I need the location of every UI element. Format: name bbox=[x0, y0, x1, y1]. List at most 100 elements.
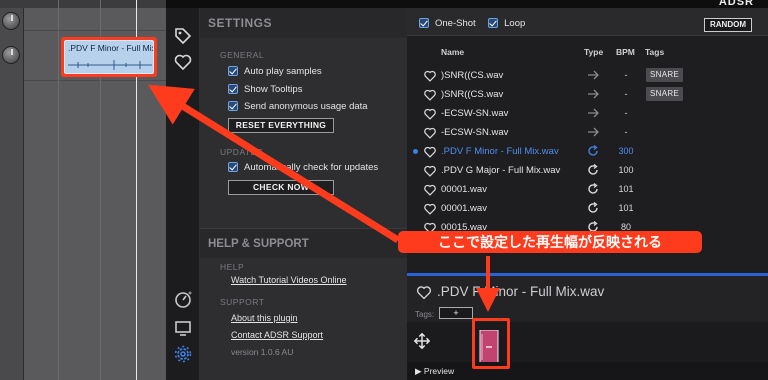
about-plugin-link[interactable]: About this plugin bbox=[231, 313, 298, 323]
checkbox-checked-icon bbox=[228, 162, 238, 172]
lane-divider bbox=[24, 30, 166, 31]
handle-highlight-box bbox=[472, 318, 510, 369]
lane-divider bbox=[24, 80, 166, 81]
sample-bpm: 101 bbox=[618, 203, 634, 213]
sample-bpm: 100 bbox=[618, 165, 634, 175]
checkbox-checked-icon bbox=[419, 18, 429, 28]
tutorial-videos-link[interactable]: Watch Tutorial Videos Online bbox=[231, 275, 347, 285]
loop-type-icon bbox=[586, 182, 600, 196]
sample-row[interactable]: )SNR((CS.wav - SNARE bbox=[407, 66, 768, 85]
auto-update-checkbox[interactable]: Automatically check for updates bbox=[228, 160, 378, 174]
one-shot-type-icon bbox=[586, 87, 600, 101]
favorite-heart-icon[interactable] bbox=[423, 202, 437, 215]
track-header-strip bbox=[0, 8, 24, 380]
help-section-label: HELP bbox=[220, 262, 245, 272]
one-shot-type-icon bbox=[586, 125, 600, 139]
random-button[interactable]: RANDOM bbox=[704, 18, 752, 32]
loop-type-icon bbox=[586, 201, 600, 215]
timeline-ruler[interactable] bbox=[0, 0, 166, 8]
clip-highlight-box bbox=[61, 37, 157, 77]
sample-name: )SNR((CS.wav bbox=[441, 89, 504, 100]
favorite-heart-icon[interactable] bbox=[423, 164, 437, 177]
daw-arrange-view: .PDV F Minor - Full Mix bbox=[0, 0, 166, 380]
loop-label: Loop bbox=[504, 17, 526, 29]
plugin-window: ADSR SETTINGS GENERAL Auto play samples … bbox=[166, 0, 768, 380]
grid-line bbox=[58, 0, 59, 380]
one-shot-type-icon bbox=[586, 68, 600, 82]
sample-name: .PDV F Minor - Full Mix.wav bbox=[441, 146, 559, 157]
sample-row[interactable]: .PDV F Minor - Full Mix.wav 300 bbox=[407, 142, 768, 161]
sample-name: -ECSW-SN.wav bbox=[441, 108, 509, 119]
auto-play-checkbox[interactable]: Auto play samples bbox=[228, 64, 322, 78]
anon-data-checkbox[interactable]: Send anonymous usage data bbox=[228, 99, 368, 113]
sample-row[interactable]: 00001.wav 101 bbox=[407, 180, 768, 199]
version-label: version 1.0.6 AU bbox=[231, 347, 294, 357]
brand-logo: ADSR bbox=[718, 0, 754, 8]
support-section-label: SUPPORT bbox=[220, 297, 265, 307]
favorite-heart-icon[interactable] bbox=[423, 126, 437, 139]
add-tag-button[interactable]: + bbox=[439, 307, 473, 319]
tag-icon[interactable] bbox=[173, 26, 193, 46]
check-now-button[interactable]: CHECK NOW bbox=[228, 180, 334, 195]
volume-knob-icon[interactable] bbox=[2, 12, 20, 30]
help-support-title: HELP & SUPPORT bbox=[200, 228, 407, 258]
column-header-bpm[interactable]: BPM bbox=[616, 47, 635, 57]
player-sample-title: .PDV F Minor - Full Mix.wav bbox=[437, 284, 605, 299]
settings-panel: SETTINGS GENERAL Auto play samples Show … bbox=[200, 8, 407, 380]
sample-name: -ECSW-SN.wav bbox=[441, 127, 509, 138]
auto-play-label: Auto play samples bbox=[244, 65, 322, 77]
favorite-heart-icon[interactable] bbox=[423, 69, 437, 82]
loop-type-icon bbox=[586, 163, 600, 177]
playing-indicator-icon bbox=[413, 149, 418, 154]
column-header-name[interactable]: Name bbox=[441, 47, 464, 57]
heart-icon[interactable] bbox=[173, 52, 193, 72]
column-header-tags[interactable]: Tags bbox=[645, 47, 664, 57]
metronome-knob-icon[interactable] bbox=[173, 290, 193, 310]
pan-knob-icon[interactable] bbox=[2, 46, 20, 64]
favorite-heart-icon[interactable] bbox=[423, 145, 437, 158]
filter-bar: One-Shot Loop RANDOM bbox=[407, 8, 768, 36]
favorite-heart-icon[interactable] bbox=[423, 107, 437, 120]
sample-name: 00001.wav bbox=[441, 203, 487, 214]
move-icon[interactable] bbox=[413, 332, 431, 350]
one-shot-label: One-Shot bbox=[435, 17, 476, 29]
checkbox-checked-icon bbox=[488, 18, 499, 28]
checkbox-checked-icon bbox=[228, 66, 238, 76]
loop-type-icon bbox=[586, 144, 600, 158]
column-header-type[interactable]: Type bbox=[584, 47, 603, 57]
auto-update-label: Automatically check for updates bbox=[244, 161, 379, 173]
icon-sidebar bbox=[166, 8, 200, 380]
sample-row[interactable]: -ECSW-SN.wav - bbox=[407, 104, 768, 123]
heart-icon[interactable] bbox=[415, 284, 433, 301]
favorite-heart-icon[interactable] bbox=[423, 183, 437, 196]
sample-tag-badge[interactable]: SNARE bbox=[646, 68, 684, 82]
updates-section-label: UPDATES bbox=[220, 147, 264, 157]
preview-toggle[interactable]: ▶ Preview bbox=[407, 362, 768, 380]
waveform-area[interactable] bbox=[407, 322, 768, 364]
one-shot-checkbox[interactable]: One-Shot bbox=[419, 16, 476, 30]
sample-bpm: - bbox=[624, 108, 628, 118]
general-section-label: GENERAL bbox=[220, 50, 265, 60]
sample-row[interactable]: -ECSW-SN.wav - bbox=[407, 123, 768, 142]
sample-name: .PDV G Major - Full Mix.wav bbox=[441, 165, 561, 176]
sample-name: )SNR((CS.wav bbox=[441, 70, 504, 81]
settings-title: SETTINGS bbox=[200, 8, 407, 38]
sample-row[interactable]: 00001.wav 101 bbox=[407, 199, 768, 218]
loop-checkbox[interactable]: Loop bbox=[488, 16, 525, 30]
sample-row[interactable]: .PDV G Major - Full Mix.wav 100 bbox=[407, 161, 768, 180]
sample-bpm: - bbox=[624, 70, 628, 80]
display-icon[interactable] bbox=[173, 318, 193, 338]
favorite-heart-icon[interactable] bbox=[423, 88, 437, 101]
sample-row[interactable]: )SNR((CS.wav - SNARE bbox=[407, 85, 768, 104]
anon-data-label: Send anonymous usage data bbox=[244, 100, 368, 112]
show-tooltips-checkbox[interactable]: Show Tooltips bbox=[228, 82, 302, 96]
gear-icon[interactable] bbox=[173, 344, 193, 364]
sample-tag-badge[interactable]: SNARE bbox=[646, 87, 684, 101]
one-shot-type-icon bbox=[586, 106, 600, 120]
checkbox-checked-icon bbox=[228, 101, 238, 111]
annotation-caption: ここで設定した再生幅が反映される bbox=[398, 231, 702, 253]
reset-everything-button[interactable]: RESET EVERYTHING bbox=[228, 118, 334, 133]
contact-support-link[interactable]: Contact ADSR Support bbox=[231, 330, 323, 340]
plugin-titlebar: ADSR bbox=[166, 0, 768, 8]
tags-label: Tags: bbox=[415, 310, 435, 319]
